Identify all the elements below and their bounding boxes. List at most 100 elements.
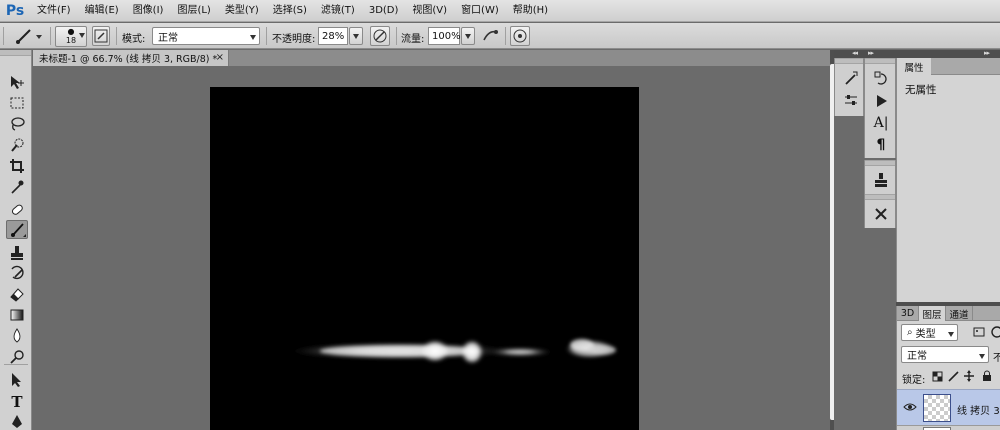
eye-icon[interactable]: [903, 402, 917, 412]
brush-panel-icon: [94, 29, 108, 43]
airbrush-button[interactable]: [481, 26, 501, 46]
properties-panel: 属性 无属性: [896, 58, 1000, 302]
layer-row[interactable]: 线 拷贝 3: [897, 389, 1000, 425]
eraser-tool[interactable]: [6, 284, 28, 303]
type-tool[interactable]: T: [6, 392, 28, 411]
no-properties-text: 无属性: [905, 84, 937, 96]
mode-dropdown-arrow-icon: [250, 35, 256, 40]
brush-size-value: 18: [65, 36, 77, 45]
menu-filter[interactable]: 滤镜(T): [314, 0, 362, 22]
close-icon[interactable]: ×: [216, 52, 224, 63]
blend-mode-value: 正常: [907, 351, 927, 362]
menu-image[interactable]: 图像(I): [126, 0, 171, 22]
pen-tool[interactable]: [6, 412, 28, 430]
pressure-size-button[interactable]: [510, 26, 530, 46]
brush-panel-toggle[interactable]: [92, 26, 110, 46]
layer-filter-value: 类型: [915, 329, 936, 340]
tab-properties[interactable]: 属性: [897, 58, 931, 75]
blend-row: 正常 不: [897, 345, 1000, 365]
clone-stamp-tool[interactable]: [6, 243, 28, 262]
healing-brush-tool[interactable]: [6, 200, 28, 219]
dock-panel-3: [864, 160, 896, 194]
lock-transparent-icon[interactable]: [932, 371, 943, 382]
lock-pixels-icon[interactable]: [947, 370, 959, 382]
lock-row: 锁定:: [897, 368, 1000, 386]
image-filter-icon[interactable]: [973, 326, 985, 341]
opacity-value: 28%: [322, 30, 345, 42]
menu-select[interactable]: 选择(S): [266, 0, 314, 22]
eyedropper-tool[interactable]: [6, 177, 28, 196]
layer-name[interactable]: 线 拷贝 3: [957, 402, 1000, 417]
document-tab-title: 未标题-1 @ 66.7% (线 拷贝 3, RGB/8) *: [39, 54, 218, 65]
collapse-icon[interactable]: ▸▸: [984, 49, 990, 57]
character-icon: A|: [873, 115, 889, 131]
lock-position-icon[interactable]: [963, 370, 975, 382]
path-select-tool[interactable]: [6, 370, 28, 389]
history-brush-tool[interactable]: [6, 263, 28, 282]
layer-thumbnail: [923, 394, 951, 422]
tab-channels[interactable]: 通道: [946, 306, 973, 321]
layer-filter-dropdown[interactable]: ⌕ 类型: [901, 324, 958, 341]
document-tab[interactable]: 未标题-1 @ 66.7% (线 拷贝 3, RGB/8) * ×: [33, 50, 229, 66]
lock-label: 锁定:: [902, 375, 926, 386]
actions-button[interactable]: [869, 91, 893, 111]
move-tool[interactable]: [6, 72, 28, 91]
menu-bar: Ps 文件(F) 编辑(E) 图像(I) 图层(L) 类型(Y) 选择(S) 滤…: [0, 0, 1000, 22]
brush-tool[interactable]: [6, 220, 28, 239]
brush-dot-icon: ●: [67, 27, 75, 36]
menu-file[interactable]: 文件(F): [30, 0, 78, 22]
blend-mode-dropdown[interactable]: 正常: [901, 346, 989, 363]
properties-panel-header: ▸▸: [896, 49, 1000, 58]
collapse-icon[interactable]: ◂◂: [852, 49, 858, 57]
gradient-tool[interactable]: [6, 305, 28, 324]
expand-icon[interactable]: ▸▸: [868, 49, 874, 57]
lock-all-icon[interactable]: [981, 370, 993, 382]
flow-input[interactable]: 100%: [428, 27, 461, 45]
opacity-label: 不透明度:: [272, 34, 316, 45]
opacity-slider-toggle[interactable]: [349, 27, 363, 45]
document-canvas[interactable]: [210, 87, 639, 430]
crop-tool[interactable]: [6, 156, 28, 175]
brush-preset-icon: [16, 29, 42, 44]
menu-type[interactable]: 类型(Y): [218, 0, 266, 22]
paragraph-button[interactable]: ¶: [869, 135, 893, 155]
tab-layers[interactable]: 图层: [919, 306, 946, 321]
dock-panel-1: [834, 58, 864, 116]
history-button[interactable]: [869, 68, 893, 88]
menu-3d[interactable]: 3D(D): [362, 0, 406, 22]
pressure-opacity-button[interactable]: [370, 26, 390, 46]
flow-slider-toggle[interactable]: [461, 27, 475, 45]
clone-source-button[interactable]: [869, 170, 893, 190]
blur-icon: [13, 327, 21, 343]
mode-dropdown[interactable]: 正常: [152, 27, 260, 45]
quick-select-tool[interactable]: [6, 135, 28, 154]
mode-value: 正常: [158, 32, 178, 44]
adjustment-filter-icon[interactable]: [991, 326, 1000, 341]
type-icon: T: [11, 392, 23, 411]
tool-preset-picker[interactable]: [12, 26, 46, 46]
tab-3d[interactable]: 3D: [897, 306, 919, 321]
adjustments-button[interactable]: [839, 90, 863, 110]
layer-row-next[interactable]: [897, 425, 1000, 430]
blur-tool[interactable]: [6, 326, 28, 345]
toolbox-grip[interactable]: [0, 50, 31, 56]
toolbox: T: [0, 50, 32, 430]
eraser-icon: [10, 287, 24, 302]
menu-edit[interactable]: 编辑(E): [78, 0, 126, 22]
menu-view[interactable]: 视图(V): [405, 0, 454, 22]
menu-window[interactable]: 窗口(W): [454, 0, 506, 22]
airbrush-icon: [483, 30, 498, 41]
marquee-icon: [10, 97, 24, 108]
tool-options-button[interactable]: [869, 204, 893, 224]
marquee-tool[interactable]: [6, 93, 28, 112]
tool-presets-button[interactable]: [839, 68, 863, 88]
paragraph-icon: ¶: [876, 137, 886, 153]
lasso-tool[interactable]: [6, 114, 28, 133]
layer-opacity-label: 不: [993, 353, 1000, 364]
dodge-icon: [10, 349, 24, 364]
menu-layer[interactable]: 图层(L): [170, 0, 217, 22]
menu-help[interactable]: 帮助(H): [506, 0, 555, 22]
layer-filter-row: ⌕ 类型: [897, 323, 1000, 343]
opacity-input[interactable]: 28%: [318, 27, 348, 45]
character-button[interactable]: A|: [869, 113, 893, 133]
